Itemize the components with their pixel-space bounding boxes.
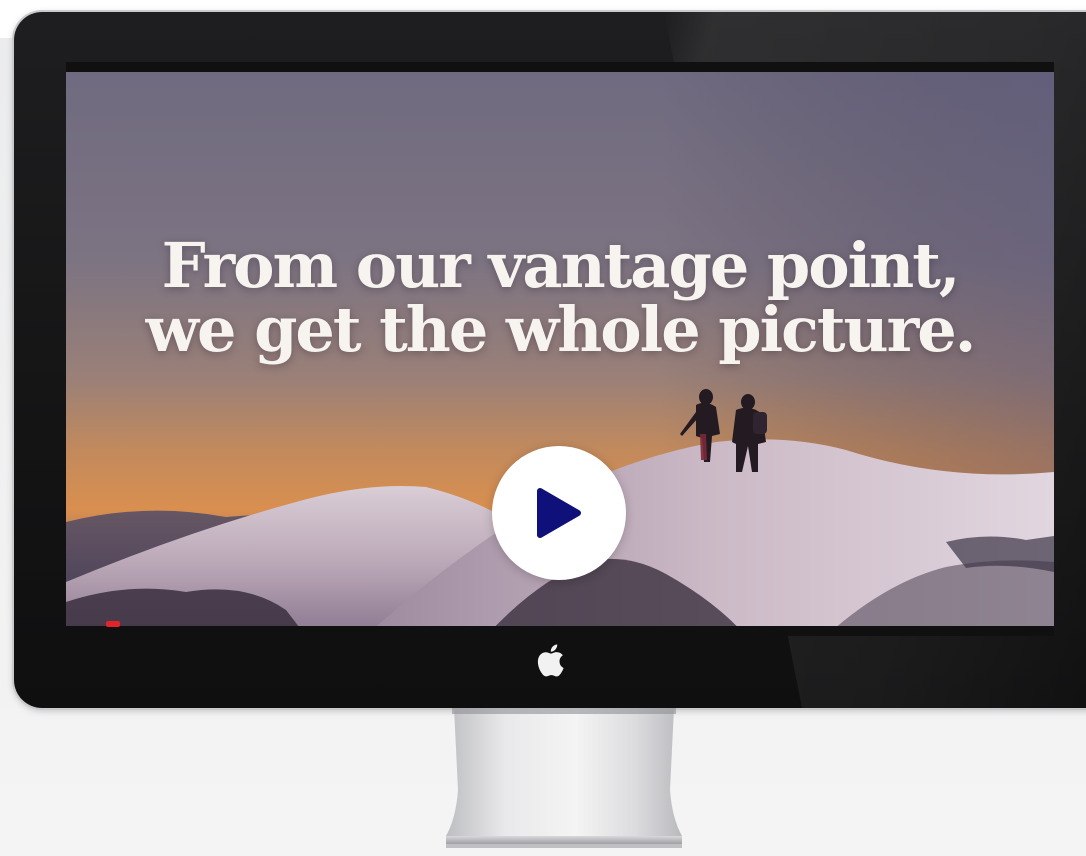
progress-indicator[interactable] <box>106 621 120 627</box>
video-player[interactable]: From our vantage point, we get the whole… <box>66 62 1054 636</box>
page: From our vantage point, we get the whole… <box>0 0 1086 856</box>
play-button[interactable] <box>492 446 626 580</box>
play-icon <box>537 488 581 538</box>
headline-line-2: we get the whole picture. <box>145 293 977 366</box>
screen-top-edge <box>66 62 1054 72</box>
video-headline: From our vantage point, we get the whole… <box>66 234 1054 362</box>
apple-logo-icon <box>532 640 568 680</box>
screen-bottom-edge <box>66 626 1054 636</box>
headline-line-1: From our vantage point, <box>161 229 961 302</box>
monitor-stand <box>436 708 692 856</box>
